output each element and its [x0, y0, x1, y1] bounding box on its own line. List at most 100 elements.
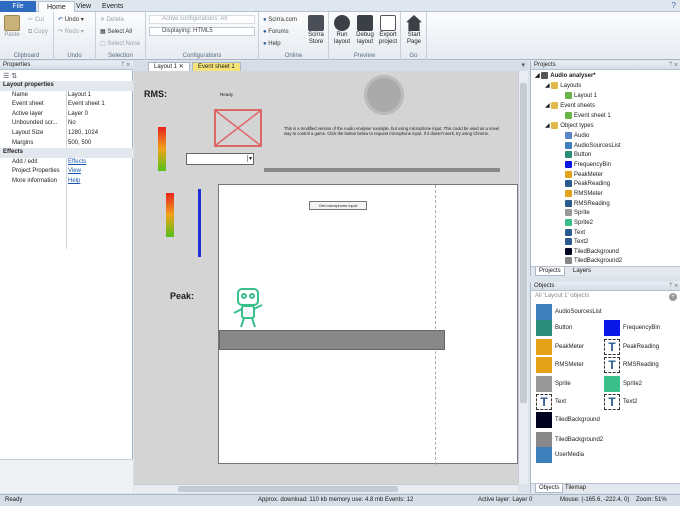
property-link[interactable]: Effects — [68, 158, 86, 168]
object-item[interactable]: TiledBackground — [536, 412, 602, 428]
status-layer: Active layer: Layer 0 — [478, 497, 533, 503]
debug-layout-button[interactable]: Debug layout — [354, 15, 376, 46]
copy-button[interactable]: ⧉ Copy — [28, 28, 48, 36]
panel-pin-icon[interactable]: ᛘ ✕ — [121, 61, 130, 70]
tree-layouts[interactable]: ◢ Layouts — [545, 82, 581, 92]
tab-event-sheet-1[interactable]: Event sheet 1 — [192, 62, 241, 71]
object-item[interactable]: UserMedia — [536, 447, 602, 463]
tree-object-type[interactable]: RMSMeter — [565, 189, 603, 200]
mic-button[interactable]: Get microphone input — [309, 201, 367, 210]
tree-object-type[interactable]: Text — [565, 228, 585, 239]
property-link[interactable]: View — [68, 167, 81, 177]
panel-pin-icon[interactable]: ᛘ ✕ — [669, 61, 678, 70]
object-item[interactable]: T Text2 — [604, 394, 670, 410]
tree-object-types[interactable]: ◢ Object types — [545, 122, 594, 132]
cut-button[interactable]: ✂ Cut — [28, 16, 44, 24]
property-value: No — [68, 120, 76, 127]
delete-button[interactable]: ✕ Delete — [100, 16, 124, 24]
object-item[interactable]: FrequencyBin — [604, 320, 670, 336]
project-root[interactable]: ◢ Audio analyser* — [535, 72, 596, 82]
tree-object-type[interactable]: Text2 — [565, 238, 588, 248]
horizontal-scrollbar[interactable] — [134, 484, 518, 493]
tab-events[interactable]: Events — [94, 1, 131, 12]
object-type-icon — [565, 170, 572, 178]
tree-object-type[interactable]: Audio — [565, 132, 589, 142]
start-page-button[interactable]: Start Page — [403, 15, 425, 46]
tree-object-type[interactable]: TiledBackground — [565, 247, 619, 258]
scroll-thumb[interactable] — [520, 83, 527, 403]
sort-icons[interactable]: ☰ ⇅ — [3, 72, 17, 80]
object-item[interactable]: AudioSourcesList — [536, 304, 602, 320]
active-configurations-select[interactable]: Active configurations: All — [149, 15, 255, 24]
select-none-button[interactable]: ▢ Select None — [100, 40, 140, 48]
tree-object-type[interactable]: RMSReading — [565, 199, 610, 210]
object-type-icon — [565, 228, 572, 236]
object-item[interactable]: Sprite — [536, 376, 602, 392]
undo-button[interactable]: ↶ Undo ▾ — [58, 16, 84, 24]
file-tab[interactable]: File — [0, 1, 36, 12]
object-item[interactable]: RMSMeter — [536, 357, 602, 373]
tree-event-sheets[interactable]: ◢ Event sheets — [545, 102, 595, 112]
object-item[interactable]: Sprite2 — [604, 376, 670, 392]
tab-objects[interactable]: Objects — [535, 484, 564, 493]
tab-layers[interactable]: Layers — [573, 268, 591, 274]
object-item[interactable]: T RMSReading — [604, 357, 670, 373]
hscroll-thumb[interactable] — [178, 486, 398, 492]
tree-object-type[interactable]: PeakReading — [565, 180, 610, 190]
displaying-select[interactable]: Displaying: HTML5 — [149, 27, 255, 36]
tree-object-type[interactable]: Button — [565, 151, 591, 161]
status-zoom: Zoom: 51% — [636, 497, 667, 503]
tree-object-type[interactable]: Sprite2 — [565, 218, 593, 229]
property-section[interactable]: Layout properties — [0, 81, 133, 91]
tab-projects[interactable]: Projects — [535, 267, 565, 276]
help-icon[interactable]: ? — [672, 1, 676, 10]
property-link[interactable]: Help — [68, 177, 80, 187]
tree-object-type[interactable]: AudioSourcesList — [565, 141, 621, 152]
tree-object-type[interactable]: FrequencyBin — [565, 160, 611, 171]
tree-object-type[interactable]: PeakMeter — [565, 170, 603, 181]
vertical-scrollbar[interactable] — [518, 71, 528, 484]
peak-meter[interactable] — [166, 193, 174, 237]
object-item[interactable]: PeakMeter — [536, 339, 602, 355]
tab-list-icon[interactable]: ▾ — [521, 61, 525, 69]
object-icon — [536, 412, 552, 428]
scirra-link[interactable]: ● Scirra.com — [263, 16, 297, 24]
clipboard-group: Paste ✂ Cut ⧉ Copy Clipboard — [0, 12, 54, 60]
object-label: FrequencyBin — [623, 325, 661, 331]
property-row: More information Help — [0, 177, 133, 187]
forums-link[interactable]: ● Forums — [263, 28, 289, 36]
export-project-button[interactable]: Export project — [377, 15, 399, 46]
placeholder-sprite[interactable] — [214, 109, 262, 147]
object-item[interactable]: Button — [536, 320, 602, 336]
frequency-bar[interactable] — [264, 168, 500, 172]
object-item[interactable]: T PeakReading — [604, 339, 670, 355]
audio-sources-list[interactable]: ▾ — [186, 153, 254, 165]
property-name: More information — [12, 178, 58, 184]
tree-object-type[interactable]: Sprite — [565, 209, 590, 219]
scirra-store-button[interactable]: Scirra Store — [305, 15, 327, 46]
tiled-background[interactable] — [219, 330, 445, 350]
object-item[interactable]: T Text — [536, 394, 602, 410]
tree-event-sheet-1[interactable]: Event sheet 1 — [565, 112, 611, 122]
help-link[interactable]: ● Help — [263, 40, 281, 48]
paste-button[interactable]: Paste — [3, 15, 21, 39]
layout-icon — [565, 92, 572, 99]
panel-pin-icon[interactable]: ᛘ ✕ — [669, 282, 678, 291]
layout-area[interactable]: Get microphone input — [218, 184, 518, 465]
objects-filter[interactable]: All 'Layout 1' objects — [535, 293, 589, 299]
robot-sprite[interactable] — [231, 287, 265, 329]
property-name: Unbounded scr... — [12, 120, 58, 127]
tab-tilemap[interactable]: Tilemap — [565, 485, 586, 491]
robot-icon — [233, 288, 263, 328]
rms-meter[interactable] — [158, 127, 166, 171]
run-layout-button[interactable]: Run layout — [331, 15, 353, 46]
frequency-bin-bar[interactable] — [198, 189, 201, 257]
redo-button[interactable]: ↷ Redo ▾ — [58, 28, 84, 36]
layout-canvas[interactable]: RMS: Ready This is a modified version of… — [134, 71, 518, 484]
object-item[interactable]: TiledBackground2 — [536, 432, 603, 448]
select-all-button[interactable]: ▦ Select All — [100, 28, 132, 36]
tab-layout-1[interactable]: Layout 1 ✕ — [148, 62, 190, 71]
tree-layout-1[interactable]: Layout 1 — [565, 92, 597, 102]
property-section[interactable]: Effects — [0, 148, 133, 158]
filter-options-icon[interactable]: + — [669, 293, 677, 301]
